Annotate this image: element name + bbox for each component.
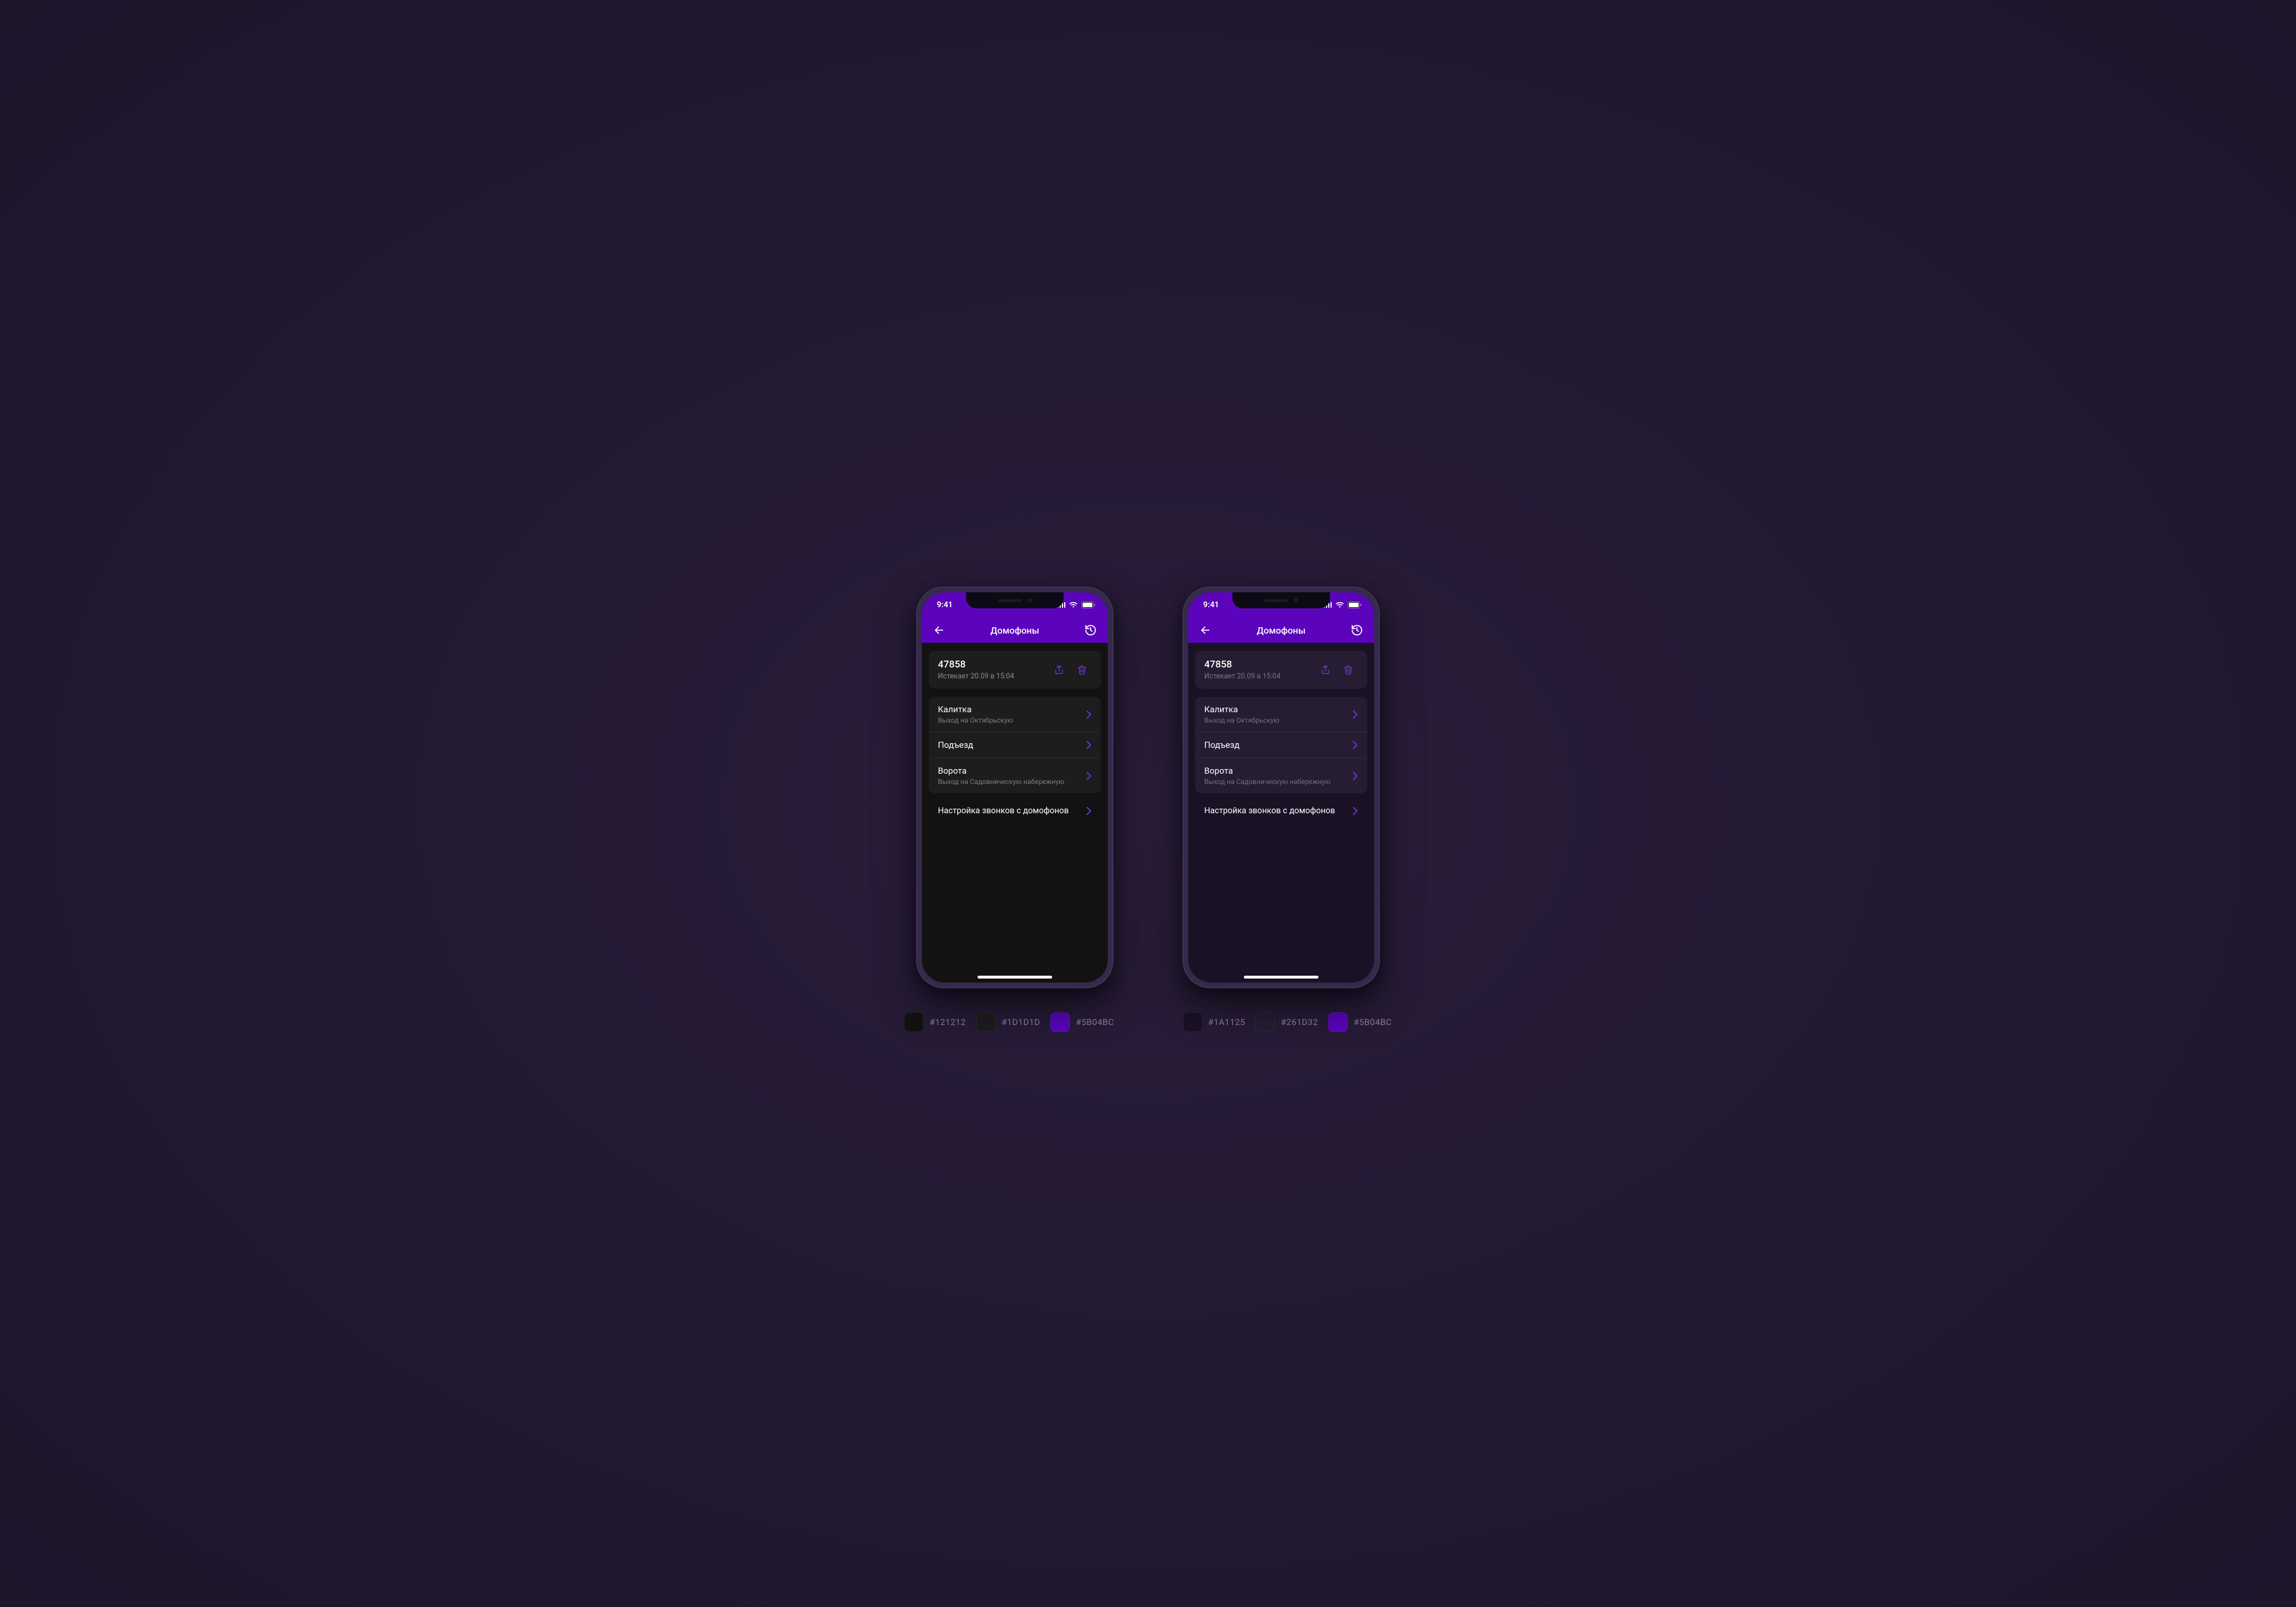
- entry-row-gate[interactable]: Ворота Выход на Садовническую набережную: [1195, 758, 1367, 793]
- chevron-right-icon: [1086, 741, 1092, 749]
- access-code-expiry: Истекает 20.09 в 15:04: [1204, 672, 1312, 681]
- color-palettes: #121212 #1D1D1D #5B04BC #1A1125 #261D32 …: [832, 1012, 1464, 1032]
- color-swatch: [904, 1012, 924, 1032]
- access-code-expiry: Истекает 20.09 в 15:04: [938, 672, 1046, 681]
- palette-neutral: #121212 #1D1D1D #5B04BC: [904, 1012, 1114, 1032]
- swatch-label: #1A1125: [1208, 1017, 1246, 1027]
- swatch-item: #1A1125: [1183, 1012, 1246, 1032]
- swatch-label: #121212: [929, 1017, 965, 1027]
- color-swatch: [1255, 1012, 1275, 1032]
- entry-title: Подъезд: [1204, 740, 1348, 750]
- wifi-icon: [1335, 601, 1344, 608]
- entry-title: Ворота: [938, 766, 1081, 776]
- settings-label: Настройка звонков с домофонов: [1204, 806, 1348, 816]
- entry-subtitle: Выход на Октябрьскую: [938, 716, 1081, 724]
- status-time: 9:41: [937, 600, 953, 610]
- phone-frame: 9:41 Домофоны: [916, 587, 1114, 988]
- entry-row-entrance[interactable]: Подъезд: [929, 732, 1101, 758]
- swatch-item: #261D32: [1255, 1012, 1318, 1032]
- swatch-item: #121212: [904, 1012, 965, 1032]
- entry-title: Подъезд: [938, 740, 1081, 750]
- phone-screen: 9:41 Домофоны: [922, 592, 1108, 983]
- color-swatch: [1183, 1012, 1203, 1032]
- intercom-settings-row[interactable]: Настройка звонков с домофонов: [1195, 801, 1367, 820]
- device-notch: [1232, 592, 1330, 608]
- color-swatch: [1050, 1012, 1070, 1032]
- color-swatch: [1328, 1012, 1348, 1032]
- chevron-right-icon: [1352, 807, 1358, 815]
- palette-purple: #1A1125 #261D32 #5B04BC: [1183, 1012, 1392, 1032]
- entry-row-wicket[interactable]: Калитка Выход на Октябрьскую: [929, 697, 1101, 732]
- access-code-card: 47858 Истекает 20.09 в 15:04: [1195, 651, 1367, 689]
- entry-subtitle: Выход на Садовническую набережную: [938, 778, 1081, 786]
- swatch-label: #5B04BC: [1076, 1017, 1114, 1027]
- screen-content: 47858 Истекает 20.09 в 15:04: [922, 643, 1108, 828]
- access-code-info: 47858 Истекает 20.09 в 15:04: [1204, 659, 1312, 681]
- swatch-item: #5B04BC: [1328, 1012, 1391, 1032]
- swatch-item: #1D1D1D: [976, 1012, 1041, 1032]
- status-indicators: [1324, 601, 1362, 608]
- intercom-settings-row[interactable]: Настройка звонков с домофонов: [929, 801, 1101, 820]
- entry-row-gate[interactable]: Ворота Выход на Садовническую набережную: [929, 758, 1101, 793]
- swatch-label: #261D32: [1281, 1017, 1318, 1027]
- nav-title: Домофоны: [1188, 625, 1374, 636]
- chevron-right-icon: [1086, 711, 1092, 719]
- battery-icon: [1348, 601, 1362, 608]
- access-code-value: 47858: [1204, 659, 1312, 670]
- entries-card: Калитка Выход на Октябрьскую Подъезд: [1195, 697, 1367, 793]
- chevron-right-icon: [1352, 711, 1358, 719]
- chevron-right-icon: [1086, 807, 1092, 815]
- status-indicators: [1057, 601, 1096, 608]
- entry-subtitle: Выход на Октябрьскую: [1204, 716, 1348, 724]
- chevron-right-icon: [1352, 772, 1358, 780]
- device-notch: [966, 592, 1064, 608]
- share-button[interactable]: [1316, 660, 1335, 680]
- share-button[interactable]: [1049, 660, 1069, 680]
- phone-screen: 9:41 Домофоны: [1188, 592, 1374, 983]
- chevron-right-icon: [1086, 772, 1092, 780]
- home-indicator[interactable]: [1244, 976, 1318, 979]
- settings-label: Настройка звонков с домофонов: [938, 806, 1081, 816]
- access-code-card: 47858 Истекает 20.09 в 15:04: [929, 651, 1101, 689]
- access-code-info: 47858 Истекает 20.09 в 15:04: [938, 659, 1046, 681]
- wifi-icon: [1069, 601, 1078, 608]
- entry-title: Калитка: [938, 704, 1081, 715]
- entry-row-entrance[interactable]: Подъезд: [1195, 732, 1367, 758]
- phone-variant-purple: 9:41 Домофоны: [1182, 587, 1380, 988]
- access-code-row: 47858 Истекает 20.09 в 15:04: [1195, 651, 1367, 689]
- nav-bar: Домофоны: [1188, 618, 1374, 643]
- screen-content: 47858 Истекает 20.09 в 15:04: [1188, 643, 1374, 828]
- access-code-value: 47858: [938, 659, 1046, 670]
- access-code-row: 47858 Истекает 20.09 в 15:04: [929, 651, 1101, 689]
- entry-title: Ворота: [1204, 766, 1348, 776]
- entry-row-wicket[interactable]: Калитка Выход на Октябрьскую: [1195, 697, 1367, 732]
- phone-variant-neutral: 9:41 Домофоны: [916, 587, 1114, 988]
- chevron-right-icon: [1352, 741, 1358, 749]
- mockup-stage: 9:41 Домофоны: [916, 587, 1380, 988]
- swatch-label: #1D1D1D: [1002, 1017, 1041, 1027]
- nav-title: Домофоны: [922, 625, 1108, 636]
- swatch-label: #5B04BC: [1353, 1017, 1391, 1027]
- battery-icon: [1081, 601, 1095, 608]
- phone-frame: 9:41 Домофоны: [1182, 587, 1380, 988]
- delete-button[interactable]: [1339, 660, 1358, 680]
- nav-bar: Домофоны: [922, 618, 1108, 643]
- delete-button[interactable]: [1072, 660, 1092, 680]
- home-indicator[interactable]: [978, 976, 1052, 979]
- entry-subtitle: Выход на Садовническую набережную: [1204, 778, 1348, 786]
- entry-title: Калитка: [1204, 704, 1348, 715]
- color-swatch: [976, 1012, 996, 1032]
- status-time: 9:41: [1203, 600, 1219, 610]
- entries-card: Калитка Выход на Октябрьскую Подъезд: [929, 697, 1101, 793]
- swatch-item: #5B04BC: [1050, 1012, 1114, 1032]
